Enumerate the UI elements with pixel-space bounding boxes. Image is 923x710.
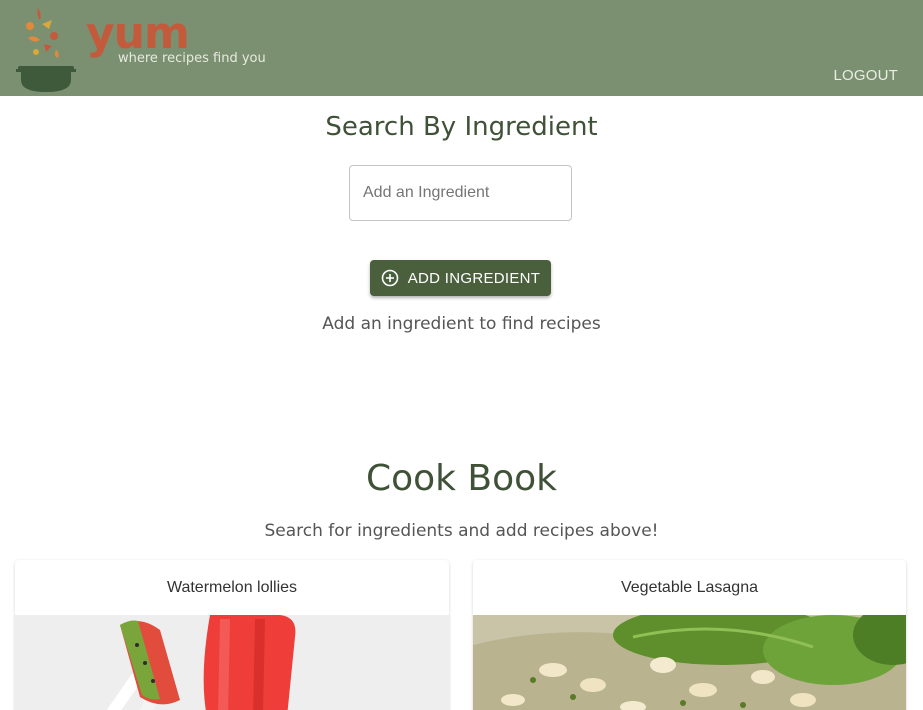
cookbook-title: Cook Book (365, 458, 558, 499)
plus-circle-icon (381, 269, 399, 287)
logo-tagline: where recipes find you (118, 51, 266, 66)
cooking-pot-icon (16, 8, 76, 92)
recipe-card-title: Watermelon lollies (166, 579, 298, 596)
add-ingredient-button[interactable]: ADD INGREDIENT (370, 260, 551, 296)
search-title: Search By Ingredient (325, 112, 598, 142)
cookbook-subtitle: Search for ingredients and add recipes a… (264, 521, 659, 541)
add-ingredient-label: ADD INGREDIENT (407, 269, 541, 287)
recipe-card[interactable]: Vegetable Lasagna (473, 560, 906, 710)
recipe-image-watermelon-lollies (15, 615, 449, 710)
logout-button[interactable]: LOGOUT (833, 67, 898, 84)
yum-logo[interactable]: yum where recipes find you (16, 6, 286, 94)
ingredient-input[interactable] (349, 165, 572, 221)
recipe-card-title: Vegetable Lasagna (620, 579, 758, 596)
recipe-card[interactable]: Watermelon lollies (15, 560, 449, 710)
recipe-image-vegetable-lasagna (473, 615, 906, 710)
search-hint: Add an ingredient to find recipes (322, 314, 601, 334)
app-header: yum where recipes find you LOGOUT (0, 0, 923, 96)
